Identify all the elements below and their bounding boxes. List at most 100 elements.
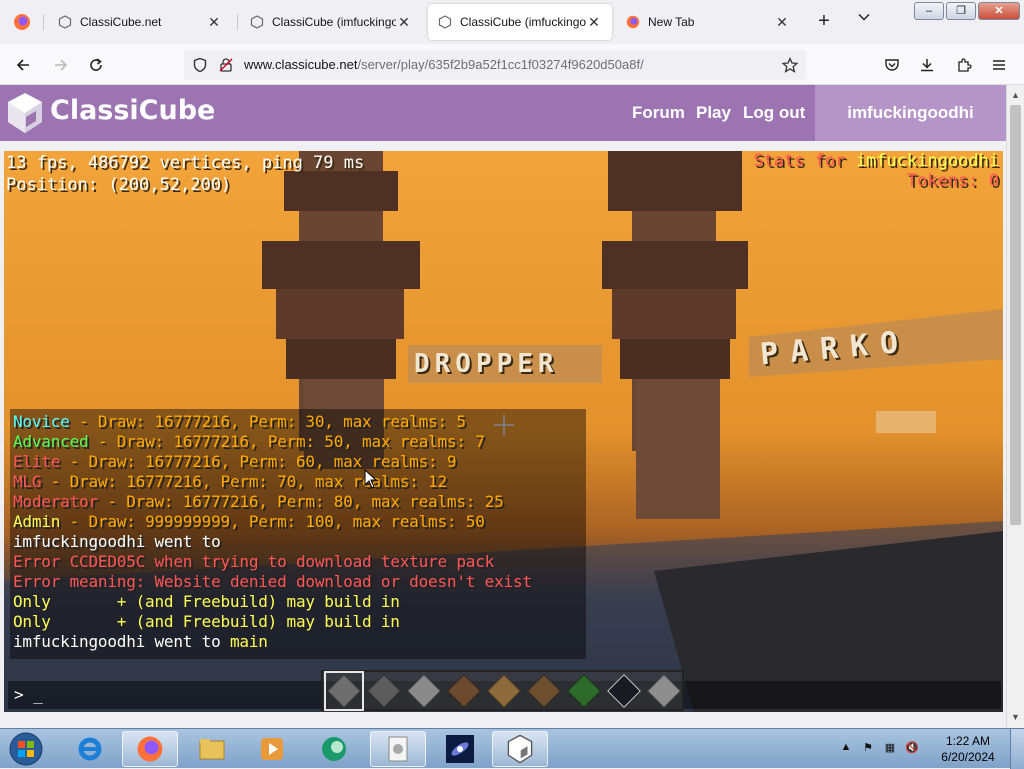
dirt-block-icon — [447, 673, 481, 708]
taskbar-space-app[interactable] — [432, 731, 488, 767]
tracking-protection-shield-icon[interactable] — [192, 57, 208, 73]
tab-classicube-game-1[interactable]: ClassiCube (imfuckingoodhi) ✕ — [240, 4, 422, 40]
hotbar-slot-8[interactable] — [606, 673, 642, 709]
cube-favicon-icon — [250, 15, 264, 29]
taskbar-internet-explorer[interactable] — [62, 731, 118, 767]
hotbar-slot-6[interactable] — [526, 673, 562, 709]
chat-line-build-permission: Only + (and Freebuild) may build in — [13, 612, 400, 631]
hotbar-slot-7[interactable] — [566, 673, 602, 709]
reload-icon — [90, 58, 102, 71]
log-block-icon — [527, 673, 561, 708]
hotbar-slot-5[interactable] — [486, 673, 522, 709]
taskbar-document-app[interactable] — [370, 731, 426, 767]
restore-button[interactable]: ❐ — [946, 2, 976, 20]
site-logo-text[interactable]: ClassiCube — [50, 95, 215, 126]
taskbar-clock[interactable]: 1:22 AM 6/20/2024 — [926, 733, 1010, 765]
firefox-icon — [14, 14, 30, 30]
network-icon[interactable]: ▦ — [882, 741, 898, 757]
tab-close-icon[interactable]: ✕ — [774, 14, 790, 31]
show-hidden-icons-icon[interactable]: ▲ — [838, 741, 854, 757]
stats-player-name: imfuckingoodhi — [855, 151, 999, 171]
hotbar-slot-4[interactable] — [446, 673, 482, 709]
windows-taskbar: ▲ ⚑ ▦ 🔇 1:22 AM 6/20/2024 — [0, 728, 1024, 769]
game-canvas[interactable]: DROPPER PARKO 13 fps, 486792 vertices, p… — [4, 151, 1003, 712]
stats-line: Stats for imfuckingoodhi — [753, 151, 999, 171]
tab-bar: ClassiCube.net ✕ ClassiCube (imfuckingoo… — [0, 0, 1024, 44]
clock-time: 1:22 AM — [945, 734, 991, 748]
nav-play-link[interactable]: Play — [696, 103, 731, 123]
nav-forum-link[interactable]: Forum — [632, 103, 685, 123]
list-all-tabs-button[interactable] — [852, 10, 876, 34]
rank-name: Elite — [13, 452, 61, 471]
address-bar[interactable]: www.classicube.net/server/play/635f2b9a5… — [184, 50, 806, 80]
taskbar-file-explorer[interactable] — [184, 731, 240, 767]
tab-classicube-net[interactable]: ClassiCube.net ✕ — [48, 4, 232, 40]
chat-line-rank: Admin - Draw: 999999999, Perm: 100, max … — [13, 512, 485, 531]
back-button[interactable] — [10, 52, 36, 78]
classicube-logo-icon[interactable] — [6, 91, 44, 135]
rank-details: - Draw: 16777216, Perm: 30, max realms: … — [69, 412, 466, 431]
nav-logout-link[interactable]: Log out — [743, 103, 805, 123]
rank-name: Novice — [13, 412, 70, 431]
tab-classicube-game-active[interactable]: ClassiCube (imfuckingoodhi) ✕ — [428, 4, 612, 40]
taskbar-green-app[interactable] — [306, 731, 362, 767]
rank-name: MLG — [13, 472, 42, 491]
chat-message: went to — [145, 632, 230, 651]
stats-label: Stats for — [753, 151, 846, 171]
tab-close-icon[interactable]: ✕ — [396, 14, 412, 31]
action-center-flag-icon[interactable]: ⚑ — [860, 741, 876, 757]
rank-name: Advanced — [13, 432, 89, 451]
bookmark-star-icon[interactable] — [782, 57, 798, 73]
url-text[interactable]: www.classicube.net/server/play/635f2b9a5… — [244, 57, 644, 72]
app-menu-button[interactable] — [986, 52, 1012, 78]
forward-button[interactable] — [48, 52, 74, 78]
tab-close-icon[interactable]: ✕ — [206, 14, 222, 31]
galaxy-icon — [446, 735, 474, 763]
hamburger-menu-icon — [993, 60, 1005, 70]
close-window-button[interactable]: ✕ — [978, 2, 1020, 20]
show-desktop-button[interactable] — [1010, 729, 1024, 769]
reload-button[interactable] — [83, 52, 109, 78]
download-icon — [921, 59, 933, 72]
page-scrollbar[interactable]: ▲ ▼ — [1006, 85, 1024, 728]
taskbar-media-player[interactable] — [244, 731, 300, 767]
tab-close-icon[interactable]: ✕ — [586, 14, 602, 31]
firefox-view-button[interactable] — [0, 0, 44, 44]
volume-muted-icon[interactable]: 🔇 — [904, 741, 920, 757]
account-username-link[interactable]: imfuckingoodhi — [815, 85, 1006, 141]
classicube-icon — [507, 734, 533, 764]
extensions-button[interactable] — [951, 52, 977, 78]
firefox-icon — [137, 736, 163, 762]
chat-message: went to — [145, 532, 221, 551]
chevron-down-icon — [858, 13, 870, 21]
hotbar-slot-3[interactable] — [406, 673, 442, 709]
folder-icon — [199, 739, 225, 760]
back-arrow-icon — [16, 59, 29, 71]
new-tab-button[interactable]: + — [812, 10, 836, 34]
hotbar-slot-1[interactable] — [324, 670, 364, 711]
chat-input-prompt: > _ — [14, 685, 43, 704]
taskbar-classicube[interactable] — [492, 731, 548, 767]
puzzle-piece-icon — [958, 58, 972, 72]
scroll-up-arrow-icon[interactable]: ▲ — [1007, 87, 1024, 104]
media-player-icon — [261, 738, 283, 760]
rank-details: - Draw: 16777216, Perm: 60, max realms: … — [60, 452, 457, 471]
insecure-lock-icon[interactable] — [218, 57, 234, 73]
url-domain: www.classicube.net — [244, 57, 358, 72]
forward-arrow-icon — [55, 59, 68, 71]
chat-suffix: + (and Freebuild) may build in — [116, 592, 400, 611]
taskbar-firefox[interactable] — [122, 731, 178, 767]
cube-favicon-icon — [58, 15, 72, 29]
system-tray: ▲ ⚑ ▦ 🔇 1:22 AM 6/20/2024 — [838, 729, 1024, 769]
scroll-down-arrow-icon[interactable]: ▼ — [1007, 709, 1024, 726]
chat-prefix: Only — [13, 592, 51, 611]
pocket-button[interactable] — [879, 52, 905, 78]
fps-readout: 13 fps, 486792 vertices, ping 79 ms — [6, 153, 365, 173]
tab-new-tab[interactable]: New Tab ✕ — [616, 4, 800, 40]
minimize-button[interactable]: – — [914, 2, 944, 20]
hotbar-slot-9[interactable] — [646, 673, 682, 709]
start-button[interactable] — [2, 729, 50, 769]
scrollbar-thumb[interactable] — [1010, 105, 1021, 525]
hotbar-slot-2[interactable] — [366, 673, 402, 709]
downloads-button[interactable] — [914, 52, 940, 78]
